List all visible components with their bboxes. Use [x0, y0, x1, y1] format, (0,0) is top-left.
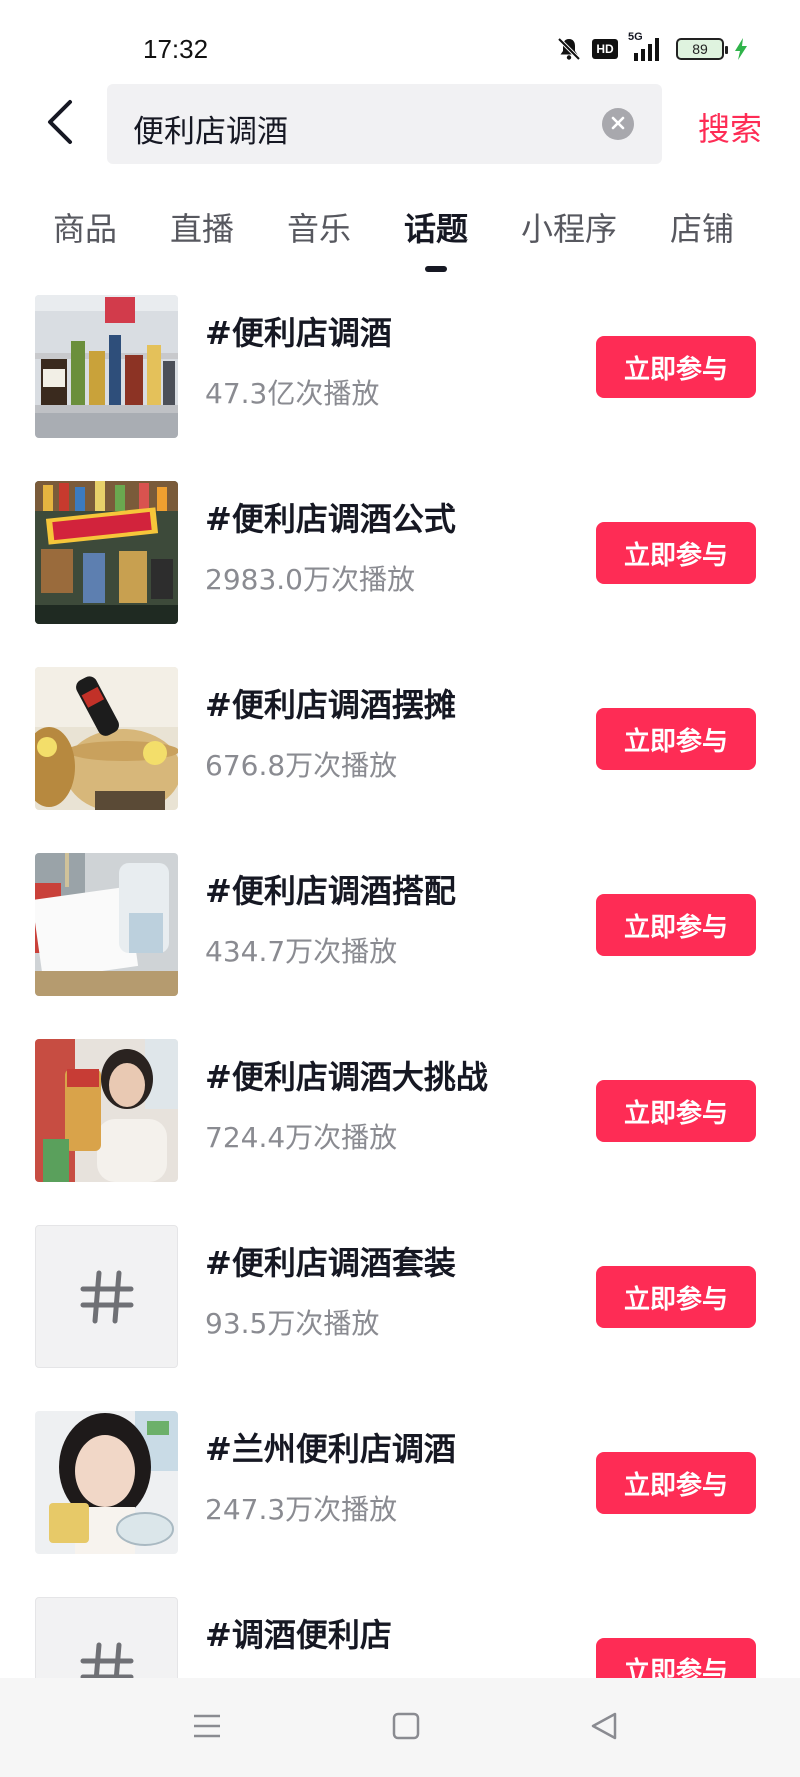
topic-thumbnail [35, 295, 178, 438]
back-nav-button[interactable] [584, 1708, 624, 1748]
topic-thumbnail [35, 1411, 178, 1554]
join-topic-button[interactable]: 立即参与 [596, 336, 756, 398]
system-nav-bar [0, 1678, 800, 1777]
topic-play-count: 247.3万次播放 [205, 1493, 398, 1526]
status-icons: HD 5G 89 [556, 31, 748, 64]
home-button[interactable] [386, 1708, 426, 1748]
triangle-back-icon [589, 1711, 619, 1745]
topic-thumbnail [35, 1597, 178, 1678]
hashtag-icon [77, 1267, 137, 1327]
topic-thumbnail [35, 1225, 178, 1368]
topic-play-count: 47.3亿次播放 [205, 377, 380, 410]
join-topic-button[interactable]: 立即参与 [596, 1080, 756, 1142]
hashtag-icon [77, 1639, 137, 1678]
tab-mini-programs[interactable]: 小程序 [521, 204, 617, 250]
topic-title: #便利店调酒套装 [205, 1244, 456, 1282]
topic-title: #便利店调酒公式 [205, 500, 456, 538]
topic-thumbnail [35, 481, 178, 624]
topic-play-count: 724.4万次播放 [205, 1121, 398, 1154]
topic-row[interactable]: #便利店调酒公式 2983.0万次播放 立即参与 [0, 474, 800, 660]
clear-search-button[interactable] [602, 108, 634, 140]
battery-icon: 89 [676, 38, 728, 60]
join-topic-button[interactable]: 立即参与 [596, 1638, 756, 1678]
battery-level: 89 [692, 41, 708, 57]
topic-row[interactable]: #便利店调酒套装 93.5万次播放 立即参与 [0, 1218, 800, 1404]
join-topic-button[interactable]: 立即参与 [596, 894, 756, 956]
topic-row[interactable]: #便利店调酒搭配 434.7万次播放 立即参与 [0, 846, 800, 1032]
topic-play-count: 434.7万次播放 [205, 935, 398, 968]
category-tabs: 商品 直播 音乐 话题 小程序 店铺 [0, 200, 800, 280]
join-topic-button[interactable]: 立即参与 [596, 1266, 756, 1328]
topic-play-count: 2983.0万次播放 [205, 563, 415, 596]
topic-row[interactable]: #便利店调酒摆摊 676.8万次播放 立即参与 [0, 660, 800, 846]
topic-row[interactable]: #便利店调酒大挑战 724.4万次播放 立即参与 [0, 1032, 800, 1218]
search-input[interactable]: 便利店调酒 [107, 84, 662, 164]
charging-icon [734, 37, 748, 61]
topic-play-count: 93.5万次播放 [205, 1307, 380, 1340]
search-header: 便利店调酒 搜索 [0, 84, 800, 166]
tab-live[interactable]: 直播 [170, 204, 234, 250]
network-label: 5G [628, 31, 643, 43]
tab-products[interactable]: 商品 [53, 204, 117, 250]
topic-row[interactable]: #调酒便利店 立即参与 [0, 1590, 800, 1678]
topic-title: #兰州便利店调酒 [205, 1430, 456, 1468]
status-time: 17:32 [143, 34, 209, 64]
status-bar: 17:32 HD 5G 89 [0, 0, 800, 76]
topic-title: #便利店调酒摆摊 [205, 686, 456, 724]
search-query[interactable]: 便利店调酒 [133, 106, 288, 151]
mute-bell-icon [556, 36, 582, 62]
hd-icon: HD [592, 39, 618, 59]
topic-thumbnail [35, 853, 178, 996]
topic-title: #便利店调酒大挑战 [205, 1058, 488, 1096]
topic-title: #便利店调酒搭配 [205, 872, 456, 910]
active-tab-indicator [425, 266, 447, 272]
tab-stores[interactable]: 店铺 [670, 204, 734, 250]
menu-button[interactable] [187, 1708, 227, 1748]
join-topic-button[interactable]: 立即参与 [596, 522, 756, 584]
back-button[interactable] [40, 96, 80, 152]
topic-play-count: 676.8万次播放 [205, 749, 398, 782]
search-button[interactable]: 搜索 [698, 104, 762, 150]
topic-row[interactable]: #便利店调酒 47.3亿次播放 立即参与 [0, 288, 800, 474]
topic-row[interactable]: #兰州便利店调酒 247.3万次播放 立即参与 [0, 1404, 800, 1590]
topic-title: #便利店调酒 [205, 314, 392, 352]
tab-topics[interactable]: 话题 [404, 204, 468, 250]
5g-signal-icon: 5G [628, 31, 666, 63]
menu-icon [192, 1712, 222, 1744]
tab-music[interactable]: 音乐 [287, 204, 351, 250]
topic-title: #调酒便利店 [205, 1616, 392, 1654]
close-icon [611, 115, 625, 134]
join-topic-button[interactable]: 立即参与 [596, 1452, 756, 1514]
topic-list: #便利店调酒 47.3亿次播放 立即参与 #便利店调酒公式 2983.0万次播放… [0, 288, 800, 1678]
topic-thumbnail [35, 667, 178, 810]
chevron-left-icon [46, 99, 74, 149]
join-topic-button[interactable]: 立即参与 [596, 708, 756, 770]
topic-thumbnail [35, 1039, 178, 1182]
square-icon [391, 1711, 421, 1745]
